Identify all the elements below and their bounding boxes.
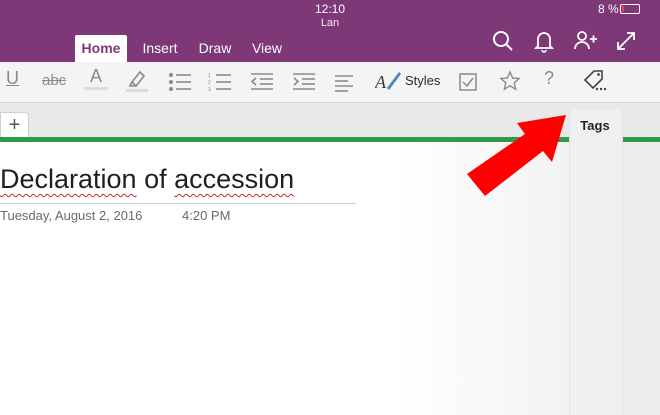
title-word-2: of: [136, 164, 175, 194]
checkbox-icon[interactable]: [458, 70, 478, 94]
numbering-icon[interactable]: 1 2 3: [208, 70, 232, 94]
outdent-icon[interactable]: [250, 70, 274, 94]
add-section-button[interactable]: +: [0, 112, 29, 138]
expand-icon[interactable]: [613, 28, 639, 54]
strikethrough-icon[interactable]: abc: [42, 72, 66, 89]
svg-text:A: A: [375, 72, 387, 92]
search-icon[interactable]: [490, 28, 516, 54]
notebook-name: Lan: [320, 17, 340, 29]
indent-icon[interactable]: [292, 70, 316, 94]
bell-icon[interactable]: [531, 28, 557, 54]
page-date: Tuesday, August 2, 2016: [0, 208, 143, 223]
status-time: 12:10: [314, 2, 346, 16]
page-title[interactable]: Declaration of accession: [0, 164, 294, 195]
add-person-icon[interactable]: [572, 28, 598, 54]
highlighter-icon[interactable]: [124, 68, 150, 92]
font-color-icon[interactable]: A: [84, 66, 108, 90]
underline-icon[interactable]: U: [6, 68, 19, 89]
battery-percent: 8 %: [598, 2, 619, 16]
tags-tooltip: [569, 110, 623, 415]
tab-home[interactable]: Home: [75, 35, 127, 62]
tag-icon[interactable]: [582, 68, 608, 92]
battery-icon: [620, 4, 640, 14]
star-icon[interactable]: [499, 69, 521, 93]
tags-tooltip-label: Tags: [580, 118, 610, 133]
title-word-1: Declaration: [0, 164, 137, 194]
svg-text:1: 1: [208, 73, 211, 79]
tab-draw[interactable]: Draw: [193, 35, 237, 62]
styles-icon[interactable]: A: [375, 68, 403, 92]
title-word-3: accession: [174, 164, 295, 194]
align-icon[interactable]: [334, 71, 354, 95]
svg-text:2: 2: [208, 80, 211, 86]
tab-insert[interactable]: Insert: [136, 35, 184, 62]
page-time: 4:20 PM: [182, 208, 231, 223]
bullets-icon[interactable]: [168, 70, 192, 94]
red-arrow-annotation: [467, 115, 566, 196]
question-icon[interactable]: ?: [544, 68, 554, 89]
title-underline: [0, 203, 356, 204]
styles-label[interactable]: Styles: [405, 73, 440, 88]
tab-view[interactable]: View: [245, 35, 289, 62]
svg-text:3: 3: [208, 87, 211, 93]
